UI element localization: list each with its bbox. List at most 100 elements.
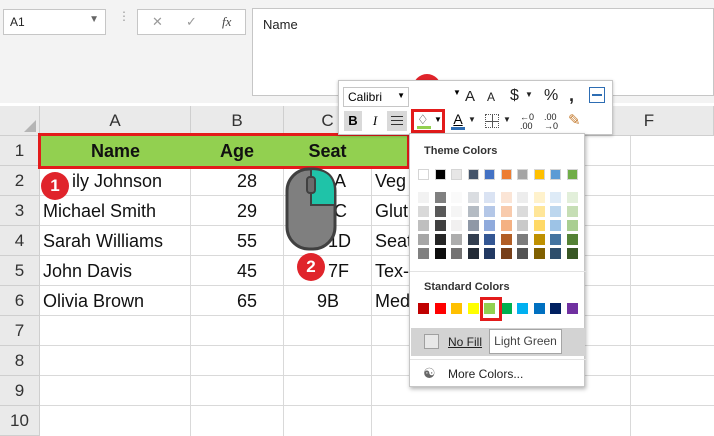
name-box[interactable]: A1 ▼ (3, 9, 106, 35)
theme-shade-swatch[interactable] (435, 220, 446, 231)
theme-shade-swatch[interactable] (517, 220, 528, 231)
standard-color-swatch[interactable] (435, 303, 446, 314)
row-header-8[interactable]: 8 (0, 346, 40, 376)
theme-shade-swatch[interactable] (567, 206, 578, 217)
row-header-5[interactable]: 5 (0, 256, 40, 286)
theme-shade-swatch[interactable] (534, 248, 545, 259)
theme-shade-swatch[interactable] (550, 234, 561, 245)
theme-color-swatch[interactable] (567, 169, 578, 180)
theme-color-swatch[interactable] (451, 169, 462, 180)
cancel-icon[interactable]: ✕ (152, 14, 163, 30)
increase-decimal-icon[interactable]: ←0.00 (520, 113, 534, 131)
cell-a3[interactable]: Michael Smith (43, 196, 156, 226)
cell-d2[interactable]: Veg (375, 166, 406, 196)
cell-b5[interactable]: 45 (191, 256, 257, 286)
theme-color-swatch[interactable] (418, 169, 429, 180)
cell-d3[interactable]: Glut (375, 196, 408, 226)
cell-d5[interactable]: Tex- (375, 256, 409, 286)
theme-color-swatch[interactable] (468, 169, 479, 180)
chevron-down-icon[interactable]: ▼ (525, 90, 533, 99)
chevron-down-icon[interactable]: ▼ (468, 115, 476, 124)
theme-shade-swatch[interactable] (517, 206, 528, 217)
theme-color-swatch[interactable] (550, 169, 561, 180)
theme-shade-swatch[interactable] (484, 248, 495, 259)
theme-shade-swatch[interactable] (534, 192, 545, 203)
comma-style-icon[interactable]: , (569, 85, 574, 106)
theme-color-swatch[interactable] (484, 169, 495, 180)
theme-shade-swatch[interactable] (501, 234, 512, 245)
theme-shade-swatch[interactable] (468, 220, 479, 231)
cell-a5[interactable]: John Davis (43, 256, 132, 286)
theme-color-swatch[interactable] (534, 169, 545, 180)
theme-shade-swatch[interactable] (501, 206, 512, 217)
theme-shade-swatch[interactable] (550, 248, 561, 259)
row-header-6[interactable]: 6 (0, 286, 40, 316)
cell-b2[interactable]: 28 (191, 166, 257, 196)
chevron-down-icon[interactable]: ▼ (434, 115, 442, 124)
standard-color-swatch[interactable] (418, 303, 429, 314)
enter-icon[interactable]: ✓ (186, 14, 197, 30)
theme-shade-swatch[interactable] (418, 192, 429, 203)
grip-icon[interactable]: ⋮ (118, 10, 130, 22)
cell-a6[interactable]: Olivia Brown (43, 286, 144, 316)
cell-b3[interactable]: 29 (191, 196, 257, 226)
cell-d4[interactable]: Seat (375, 226, 412, 256)
theme-shade-swatch[interactable] (435, 192, 446, 203)
theme-shade-swatch[interactable] (567, 192, 578, 203)
decrease-decimal-icon[interactable]: .00 →0 (544, 113, 558, 131)
standard-color-swatch[interactable] (517, 303, 528, 314)
standard-color-swatch[interactable] (501, 303, 512, 314)
currency-icon[interactable]: $ (510, 87, 519, 105)
bold-button[interactable]: B (344, 111, 362, 131)
theme-shade-swatch[interactable] (534, 234, 545, 245)
theme-shade-swatch[interactable] (484, 234, 495, 245)
column-header-a[interactable]: A (40, 106, 191, 136)
theme-color-swatch[interactable] (517, 169, 528, 180)
align-center-button[interactable] (387, 111, 407, 131)
cell-c6[interactable]: 9B (317, 286, 339, 316)
more-colors-option[interactable]: ☯ More Colors... (411, 362, 585, 386)
italic-button[interactable]: I (367, 111, 383, 131)
chevron-down-icon[interactable]: ▼ (89, 14, 99, 25)
increase-font-icon[interactable]: A (465, 88, 475, 105)
theme-shade-swatch[interactable] (550, 220, 561, 231)
theme-shade-swatch[interactable] (484, 220, 495, 231)
theme-shade-swatch[interactable] (418, 220, 429, 231)
theme-shade-swatch[interactable] (451, 192, 462, 203)
row-header-10[interactable]: 10 (0, 406, 40, 436)
theme-shade-swatch[interactable] (517, 248, 528, 259)
wrap-text-icon[interactable] (589, 87, 605, 103)
cell-c5[interactable]: 7F (328, 256, 349, 286)
theme-shade-swatch[interactable] (567, 220, 578, 231)
theme-shade-swatch[interactable] (418, 234, 429, 245)
theme-shade-swatch[interactable] (501, 248, 512, 259)
chevron-down-icon[interactable]: ▼ (397, 91, 405, 100)
standard-color-swatch[interactable] (567, 303, 578, 314)
fill-color-button[interactable]: ♢ ▼ (411, 109, 445, 133)
theme-color-swatch[interactable] (435, 169, 446, 180)
theme-shade-swatch[interactable] (468, 248, 479, 259)
row-header-1[interactable]: 1 (0, 136, 40, 166)
standard-color-swatch[interactable] (534, 303, 545, 314)
theme-shade-swatch[interactable] (451, 206, 462, 217)
row-header-3[interactable]: 3 (0, 196, 40, 226)
cell-a2[interactable]: ily Johnson (72, 166, 162, 196)
format-painter-icon[interactable]: ✎ (568, 111, 581, 129)
cell-b6[interactable]: 65 (191, 286, 257, 316)
theme-shade-swatch[interactable] (534, 220, 545, 231)
theme-shade-swatch[interactable] (451, 220, 462, 231)
theme-shade-swatch[interactable] (550, 206, 561, 217)
theme-shade-swatch[interactable] (501, 192, 512, 203)
theme-shade-swatch[interactable] (534, 206, 545, 217)
theme-shade-swatch[interactable] (517, 192, 528, 203)
theme-shade-swatch[interactable] (501, 220, 512, 231)
theme-shade-swatch[interactable] (550, 192, 561, 203)
theme-color-swatch[interactable] (501, 169, 512, 180)
theme-shade-swatch[interactable] (435, 234, 446, 245)
borders-icon[interactable] (485, 114, 499, 128)
theme-shade-swatch[interactable] (451, 234, 462, 245)
font-name-select[interactable]: Calibri ▼ (343, 87, 409, 107)
cell-b4[interactable]: 55 (191, 226, 257, 256)
standard-color-swatch[interactable] (451, 303, 462, 314)
fx-icon[interactable]: fx (222, 14, 231, 30)
